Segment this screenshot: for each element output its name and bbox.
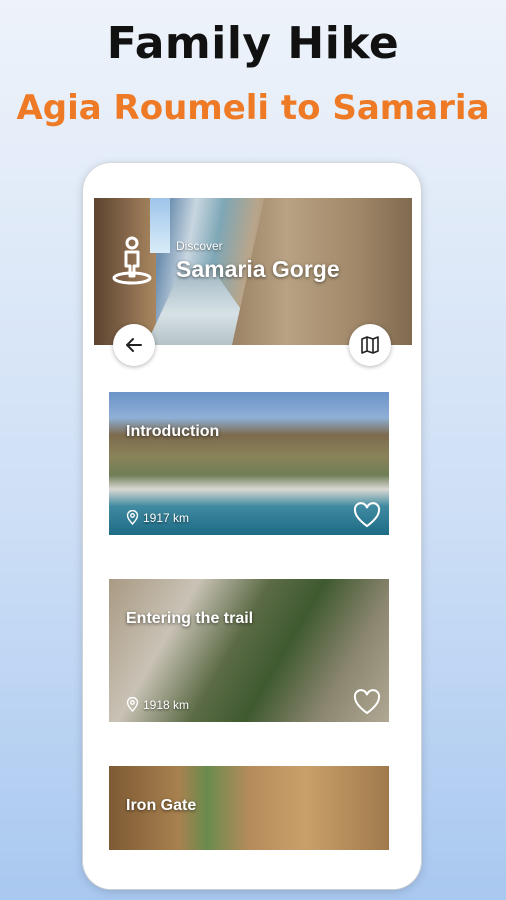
hero-banner: Discover Samaria Gorge [94, 198, 412, 345]
heart-outline-icon[interactable] [353, 689, 381, 715]
stop-card[interactable]: Entering the trail 1918 km [109, 579, 389, 722]
hero-kicker: Discover [176, 239, 223, 253]
location-pin-icon [126, 510, 139, 525]
stop-card[interactable]: Iron Gate [109, 766, 389, 850]
distance-text: 1918 km [143, 697, 190, 712]
stop-card-title: Iron Gate [126, 797, 197, 814]
hiker-location-icon [112, 236, 152, 285]
stop-card[interactable]: Introduction 1917 km [109, 392, 389, 535]
stop-card-title: Introduction [126, 423, 220, 440]
back-button[interactable] [113, 324, 155, 366]
heart-outline-icon[interactable] [353, 502, 381, 528]
hero-title: Samaria Gorge [176, 256, 340, 282]
distance-text: 1917 km [143, 510, 190, 525]
app-screen: Discover Samaria Gorge Introduction 1917… [94, 198, 412, 889]
location-pin-icon [126, 697, 139, 712]
stop-card-distance: 1918 km [126, 697, 189, 712]
phone-frame: Discover Samaria Gorge Introduction 1917… [83, 163, 421, 889]
stop-card-title: Entering the trail [126, 610, 254, 627]
promo-subtitle: Agia Roumeli to Samaria [16, 88, 490, 128]
arrow-left-icon [126, 338, 142, 352]
promo-title: Family Hike [106, 18, 400, 69]
map-button[interactable] [349, 324, 391, 366]
map-icon [361, 336, 379, 354]
stop-card-distance: 1917 km [126, 510, 189, 525]
